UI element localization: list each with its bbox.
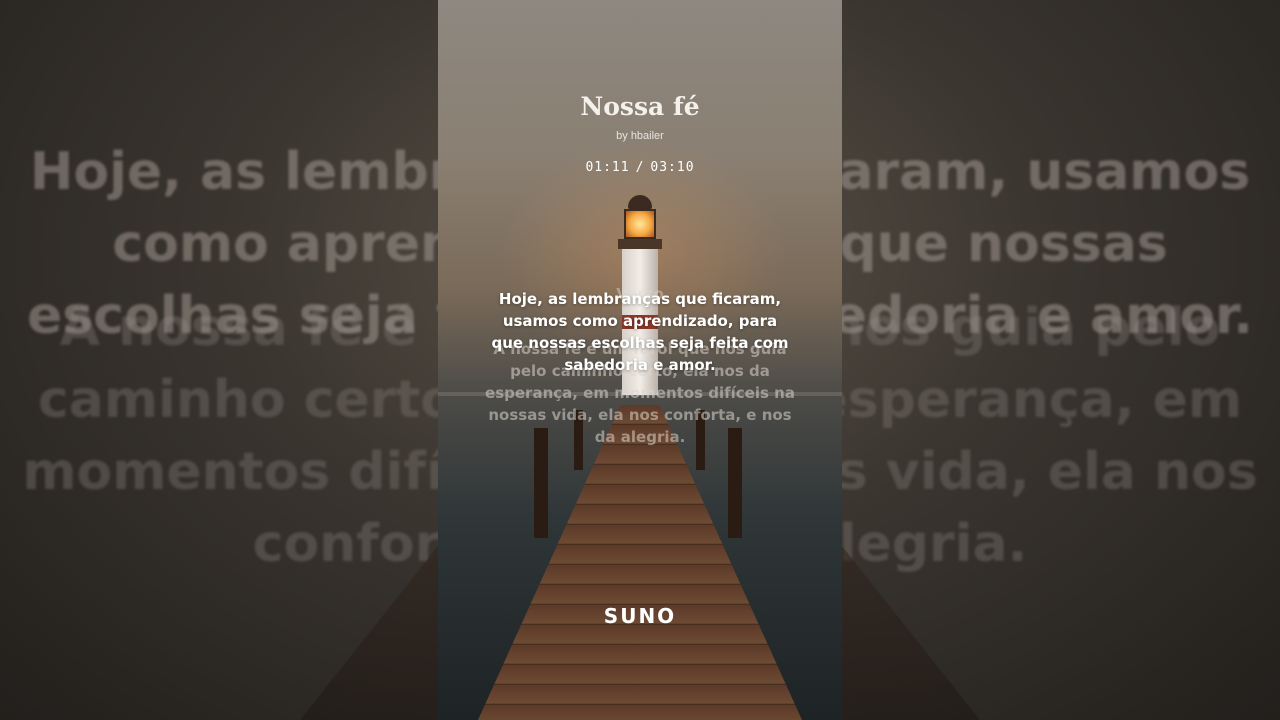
video-panel: Nossa fé by hbailer 01:11/03:10 Verso A … xyxy=(438,0,842,720)
pier-image xyxy=(478,405,802,720)
current-time: 01:11 xyxy=(585,160,630,175)
song-title: Nossa fé xyxy=(580,92,700,121)
time-separator: / xyxy=(635,160,645,175)
song-author: by hbailer xyxy=(616,130,664,142)
playback-time: 01:11 / 03:10 xyxy=(438,160,842,175)
lighthouse-lamp xyxy=(624,209,656,239)
current-lyric: Hoje, as lembranças que ficaram, usamos … xyxy=(491,290,789,374)
suno-logo: SUNO xyxy=(603,604,677,628)
total-duration: 03:10 xyxy=(650,160,695,175)
